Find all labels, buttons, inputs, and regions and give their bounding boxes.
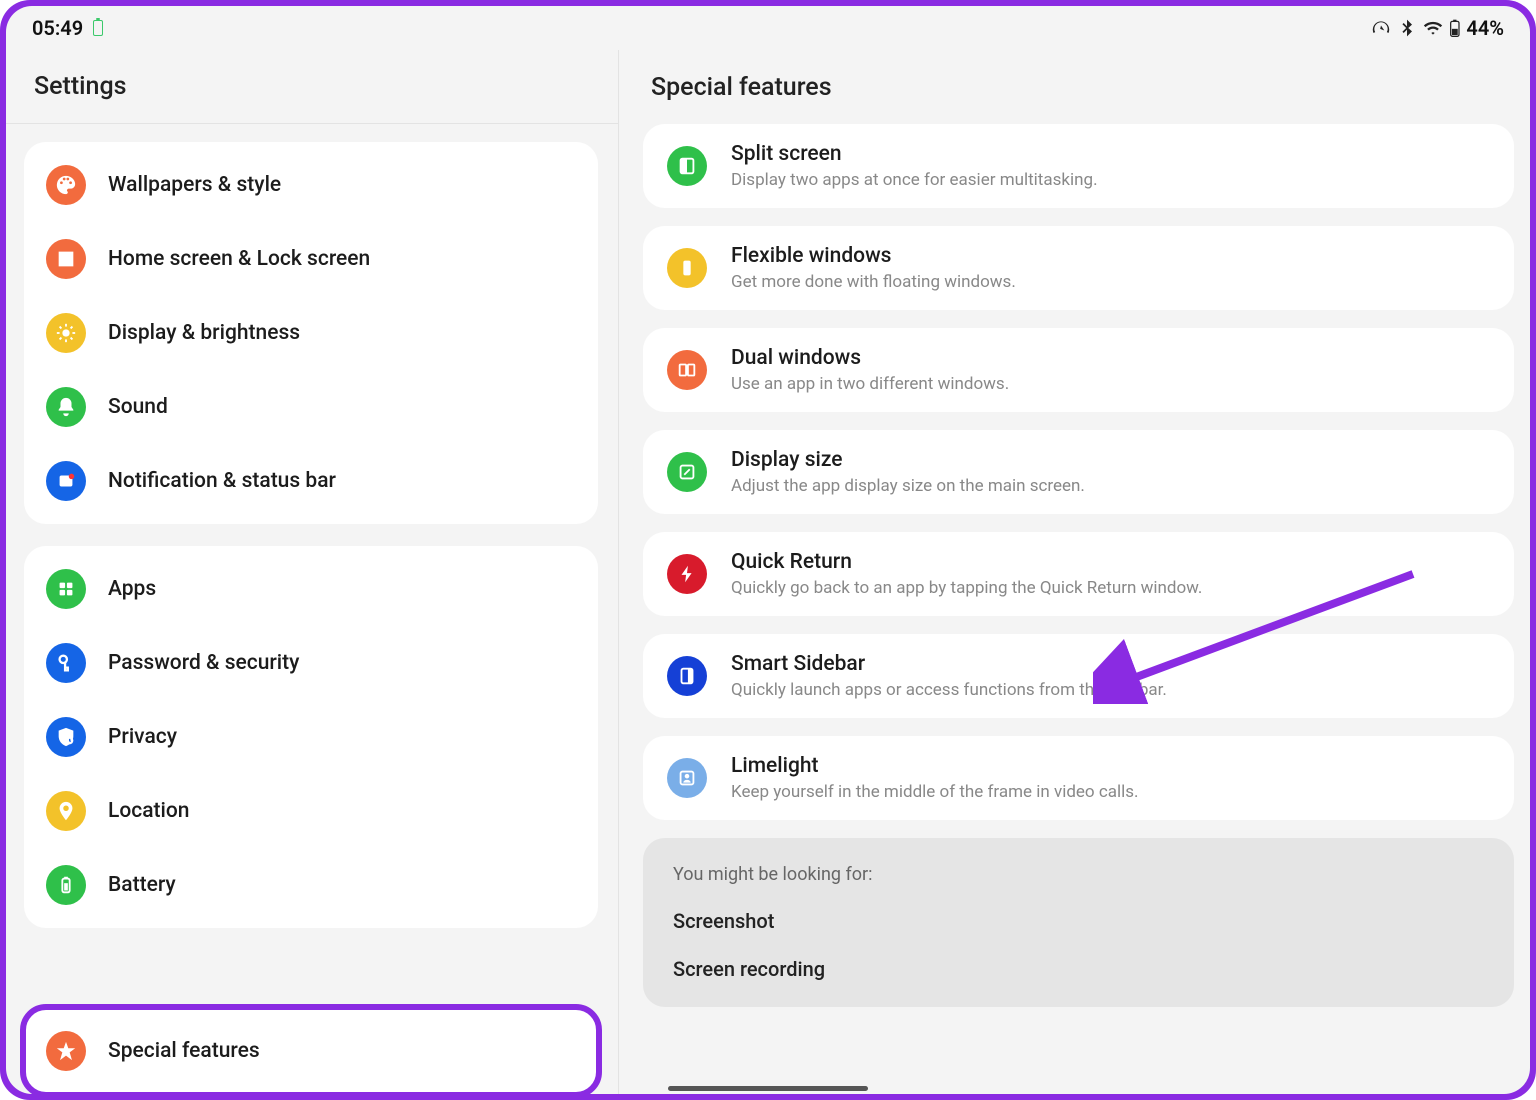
page-title: Special features	[619, 50, 1530, 124]
battery-icon	[46, 865, 86, 905]
star-icon	[46, 1031, 86, 1071]
settings-title: Settings	[6, 50, 618, 124]
suggestion-item[interactable]: Screen recording	[673, 957, 1484, 981]
palette-icon	[46, 165, 86, 205]
sidebar-item-label: Apps	[108, 577, 156, 601]
pin-icon	[46, 791, 86, 831]
sidebar-item-home-lock-screen[interactable]: Home screen & Lock screen	[24, 222, 598, 296]
sidebar-item-display-brightness[interactable]: Display & brightness	[24, 296, 598, 370]
status-icons: 44%	[1371, 16, 1504, 40]
left-pane: Settings Wallpapers & style Home screen …	[6, 50, 619, 1094]
device-screen: 05:49 44% Settings Wallpapers & style	[6, 6, 1530, 1094]
home-indicator[interactable]	[668, 1086, 868, 1091]
feature-desc: Quickly go back to an app by tapping the…	[731, 578, 1202, 598]
status-bar: 05:49 44%	[6, 6, 1530, 50]
battery-icon	[1449, 18, 1461, 38]
bluetooth-icon	[1397, 18, 1417, 38]
limelight-icon	[667, 758, 707, 798]
feature-quick-return[interactable]: Quick Return Quickly go back to an app b…	[643, 532, 1514, 616]
feature-desc: Adjust the app display size on the main …	[731, 476, 1085, 496]
grid-icon	[46, 569, 86, 609]
battery-small-icon	[93, 20, 103, 36]
suggestions-hint: You might be looking for:	[673, 864, 1484, 885]
battery-percent: 44%	[1466, 16, 1504, 40]
suggestion-item[interactable]: Screenshot	[673, 909, 1484, 933]
feature-title: Smart Sidebar	[731, 652, 1167, 676]
feature-desc: Quickly launch apps or access functions …	[731, 680, 1167, 700]
wifi-icon	[1423, 18, 1443, 38]
speed-icon	[1371, 18, 1391, 38]
flexible-windows-icon	[667, 248, 707, 288]
split-screen-icon	[667, 146, 707, 186]
sidebar-item-label: Sound	[108, 395, 168, 419]
feature-title: Limelight	[731, 754, 1139, 778]
image-icon	[46, 239, 86, 279]
feature-title: Split screen	[731, 142, 1098, 166]
sun-icon	[46, 313, 86, 353]
sidebar-item-wallpapers-style[interactable]: Wallpapers & style	[24, 148, 598, 222]
sidebar-item-sound[interactable]: Sound	[24, 370, 598, 444]
sidebar-item-special-features[interactable]: Special features	[24, 1014, 598, 1088]
sidebar-item-label: Home screen & Lock screen	[108, 247, 370, 271]
feature-limelight[interactable]: Limelight Keep yourself in the middle of…	[643, 736, 1514, 820]
feature-desc: Use an app in two different windows.	[731, 374, 1009, 394]
feature-title: Flexible windows	[731, 244, 1016, 268]
feature-desc: Get more done with floating windows.	[731, 272, 1016, 292]
key-icon	[46, 643, 86, 683]
sidebar-item-label: Password & security	[108, 651, 299, 675]
sidebar-item-label: Display & brightness	[108, 321, 300, 345]
annotation-frame: 05:49 44% Settings Wallpapers & style	[0, 0, 1536, 1100]
quick-return-icon	[667, 554, 707, 594]
settings-group-2: Apps Password & security Privacy Locatio…	[24, 546, 598, 928]
shield-icon	[46, 717, 86, 757]
feature-split-screen[interactable]: Split screen Display two apps at once fo…	[643, 124, 1514, 208]
feature-dual-windows[interactable]: Dual windows Use an app in two different…	[643, 328, 1514, 412]
feature-desc: Keep yourself in the middle of the frame…	[731, 782, 1139, 802]
status-time: 05:49	[32, 16, 83, 40]
feature-smart-sidebar[interactable]: Smart Sidebar Quickly launch apps or acc…	[643, 634, 1514, 718]
feature-display-size[interactable]: Display size Adjust the app display size…	[643, 430, 1514, 514]
sidebar-item-password-security[interactable]: Password & security	[24, 626, 598, 700]
feature-title: Display size	[731, 448, 1085, 472]
sidebar-item-label: Notification & status bar	[108, 469, 336, 493]
sidebar-item-notification-statusbar[interactable]: Notification & status bar	[24, 444, 598, 518]
feature-flexible-windows[interactable]: Flexible windows Get more done with floa…	[643, 226, 1514, 310]
sidebar-item-battery[interactable]: Battery	[24, 848, 598, 922]
sidebar-item-label: Special features	[108, 1039, 260, 1063]
sidebar-item-label: Battery	[108, 873, 176, 897]
smart-sidebar-icon	[667, 656, 707, 696]
display-size-icon	[667, 452, 707, 492]
feature-title: Dual windows	[731, 346, 1009, 370]
feature-title: Quick Return	[731, 550, 1202, 574]
suggestions-card: You might be looking for: Screenshot Scr…	[643, 838, 1514, 1007]
dual-windows-icon	[667, 350, 707, 390]
settings-group-1: Wallpapers & style Home screen & Lock sc…	[24, 142, 598, 524]
sidebar-item-label: Privacy	[108, 725, 177, 749]
sidebar-item-label: Wallpapers & style	[108, 173, 281, 197]
bell-icon	[46, 387, 86, 427]
sidebar-item-location[interactable]: Location	[24, 774, 598, 848]
feature-desc: Display two apps at once for easier mult…	[731, 170, 1098, 190]
sidebar-item-label: Location	[108, 799, 190, 823]
sidebar-item-privacy[interactable]: Privacy	[24, 700, 598, 774]
sidebar-item-apps[interactable]: Apps	[24, 552, 598, 626]
right-pane: Special features Split screen Display tw…	[619, 50, 1530, 1094]
notification-icon	[46, 461, 86, 501]
